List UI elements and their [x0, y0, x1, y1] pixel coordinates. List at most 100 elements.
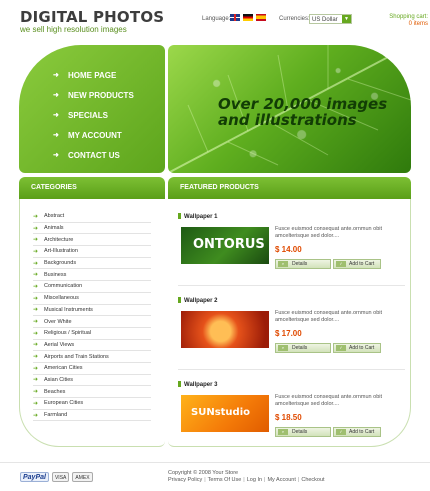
arrow-right-icon: ➜	[33, 295, 39, 302]
category-label: Farmland	[44, 412, 68, 419]
check-icon: ✓	[336, 261, 346, 267]
product-image-logo-text: SUNstudio	[191, 407, 250, 418]
category-item[interactable]: ➜ Backgrounds	[33, 258, 151, 270]
magnifier-icon: ⌕	[278, 261, 288, 267]
product-price: $ 18.50	[275, 413, 302, 422]
footer-divider	[0, 462, 430, 463]
nav-item-specials[interactable]: ➜ Specials	[53, 105, 134, 125]
category-item[interactable]: ➜ Musical Instruments	[33, 305, 151, 317]
product-price: $ 17.00	[275, 329, 302, 338]
product-image[interactable]: ONTORUS	[181, 227, 269, 264]
separator: |	[243, 477, 245, 483]
category-item[interactable]: ➜ Religious / Spiritual	[33, 328, 151, 340]
footer-link-terms[interactable]: Terms Of Use	[208, 477, 242, 483]
details-button[interactable]: ⌕ Details	[275, 343, 331, 353]
shopping-cart-link[interactable]: Shopping cart:	[389, 14, 428, 20]
arrow-right-icon: ➜	[33, 354, 39, 361]
add-to-cart-label: Add to Cart	[349, 345, 375, 351]
nav-item-my-account[interactable]: ➜ My account	[53, 125, 134, 145]
arrow-right-icon: ➜	[53, 132, 59, 139]
add-to-cart-button[interactable]: ✓ Add to Cart	[333, 259, 381, 269]
category-label: Backgrounds	[44, 260, 77, 267]
chevron-down-icon[interactable]: ▼	[342, 15, 351, 23]
details-button-label: Details	[292, 261, 308, 267]
copyright-text: Copyright © 2008 Your Store	[168, 470, 239, 476]
hero-line-1: Over 20,000 images	[218, 95, 388, 113]
arrow-right-icon: ➜	[53, 72, 59, 79]
category-list: ➜ Abstract ➜ Animals ➜ Architecture ➜ Art-Il…	[33, 211, 151, 422]
product-image[interactable]	[181, 311, 269, 348]
separator: |	[204, 477, 206, 483]
bullet-icon	[178, 297, 181, 303]
arrow-right-icon: ➜	[33, 319, 39, 326]
check-icon: ✓	[336, 345, 346, 351]
bullet-icon	[178, 213, 181, 219]
add-to-cart-button[interactable]: ✓ Add to Cart	[333, 343, 381, 353]
nav-item-contact-us[interactable]: ➜ Contact us	[53, 145, 134, 165]
category-item[interactable]: ➜ Beaches	[33, 386, 151, 398]
footer-link-checkout[interactable]: Checkout	[301, 477, 324, 483]
category-label: Animals	[44, 225, 64, 232]
separator: |	[297, 477, 300, 483]
nav-item-new-products[interactable]: ➜ New products	[53, 85, 134, 105]
category-item[interactable]: ➜ Airports and Train Stations	[33, 351, 151, 363]
product-name: Wallpaper 3	[184, 382, 218, 388]
add-to-cart-button[interactable]: ✓ Add to Cart	[333, 427, 381, 437]
nav-item-label: New products	[68, 90, 134, 100]
arrow-right-icon: ➜	[33, 330, 39, 337]
product-description: Fusce euismod consequat ante.ornmun obit…	[275, 310, 383, 323]
category-item[interactable]: ➜ Art-Illustration	[33, 246, 151, 258]
separator: |	[264, 477, 266, 483]
product-description: Fusce euismod consequat ante.ornmun obit…	[275, 394, 383, 407]
hero-headline: Over 20,000 images and illustrations	[218, 96, 387, 128]
product-title[interactable]: Wallpaper 2	[178, 297, 217, 304]
featured-products-title: FEATURED PRODUCTS	[180, 184, 259, 191]
main-navigation: ➜ Home page ➜ New products ➜ Specials ➜ My a…	[53, 65, 134, 165]
category-item[interactable]: ➜ Asian Cities	[33, 375, 151, 387]
category-label: Business	[44, 271, 67, 278]
add-to-cart-label: Add to Cart	[349, 261, 375, 267]
nav-item-home[interactable]: ➜ Home page	[53, 65, 134, 85]
category-label: European Cities	[44, 400, 84, 407]
divider	[178, 285, 405, 286]
footer-link-account[interactable]: My Account	[267, 477, 295, 483]
product-card: Wallpaper 1 ONTORUS Fusce euismod conseq…	[178, 213, 405, 291]
arrow-right-icon: ➜	[33, 412, 39, 419]
category-label: Art-Illustration	[44, 248, 78, 255]
product-description: Fusce euismod consequat ante.ornmun obit…	[275, 226, 383, 239]
details-button-label: Details	[292, 429, 308, 435]
category-item[interactable]: ➜ Animals	[33, 223, 151, 235]
details-button[interactable]: ⌕ Details	[275, 427, 331, 437]
german-flag-icon[interactable]	[243, 14, 253, 21]
details-button[interactable]: ⌕ Details	[275, 259, 331, 269]
cart-item-count: 0 items	[408, 21, 428, 27]
footer-link-privacy[interactable]: Privacy Policy	[168, 477, 202, 483]
category-label: American Cities	[44, 365, 83, 372]
currency-select[interactable]: US Dollar ▼	[309, 14, 352, 24]
arrow-right-icon: ➜	[33, 400, 39, 407]
paypal-logo-icon: PayPal	[20, 472, 49, 482]
category-item[interactable]: ➜ Communication	[33, 281, 151, 293]
category-item[interactable]: ➜ Over White	[33, 316, 151, 328]
product-title[interactable]: Wallpaper 3	[178, 381, 217, 388]
product-image[interactable]: SUNstudio	[181, 395, 269, 432]
category-item[interactable]: ➜ Architecture	[33, 234, 151, 247]
category-item[interactable]: ➜ European Cities	[33, 398, 151, 410]
category-item[interactable]: ➜ Abstract	[33, 211, 151, 223]
footer-links: Privacy Policy | Terms Of Use | Log In | My…	[168, 477, 325, 483]
category-item[interactable]: ➜ Aerial Views	[33, 340, 151, 352]
footer-link-login[interactable]: Log In	[247, 477, 262, 483]
arrow-right-icon: ➜	[33, 307, 39, 314]
category-item[interactable]: ➜ Miscellaneous	[33, 293, 151, 305]
magnifier-icon: ⌕	[278, 345, 288, 351]
category-item[interactable]: ➜ Farmland	[33, 410, 151, 422]
category-label: Airports and Train Stations	[44, 353, 109, 360]
spanish-flag-icon[interactable]	[256, 14, 266, 21]
product-title[interactable]: Wallpaper 1	[178, 213, 217, 220]
product-price: $ 14.00	[275, 245, 302, 254]
category-item[interactable]: ➜ Business	[33, 269, 151, 282]
uk-flag-icon[interactable]	[230, 14, 240, 21]
details-button-label: Details	[292, 345, 308, 351]
category-item[interactable]: ➜ American Cities	[33, 363, 151, 375]
brand-logo[interactable]: DIGITAL PHOTOS we sell high resolution i…	[20, 9, 164, 34]
